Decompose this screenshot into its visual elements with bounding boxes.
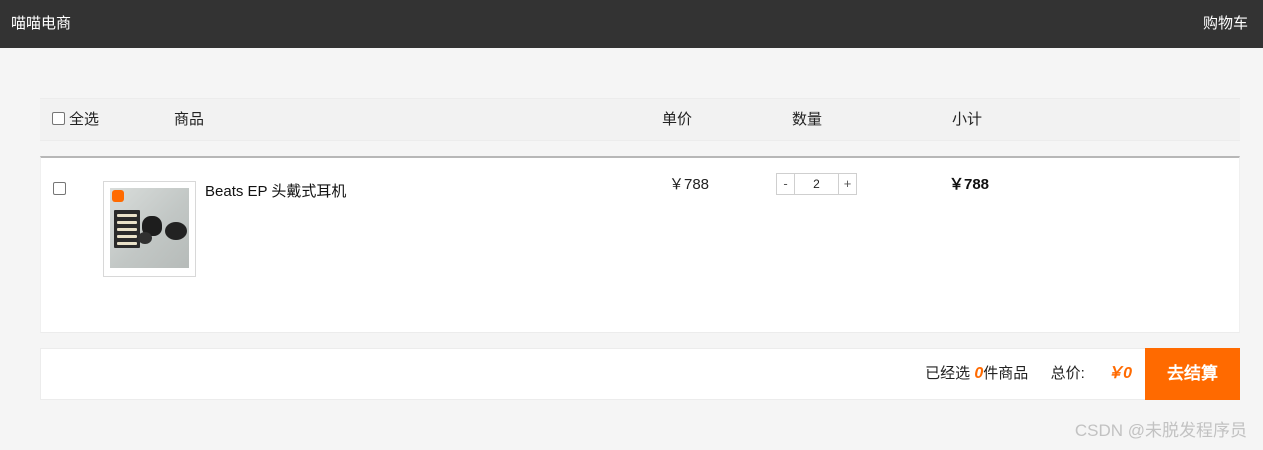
product-subtotal: ￥788 xyxy=(949,176,990,193)
brand-name[interactable]: 喵喵电商 xyxy=(11,0,71,48)
quantity-stepper: - + xyxy=(776,173,857,195)
header-goods: 商品 xyxy=(174,111,205,128)
watermark: CSDN @未脱发程序员 xyxy=(1074,421,1247,440)
product-thumbnail[interactable] xyxy=(103,181,196,277)
selection-summary: 已经选 0件商品 总价: ￥0 xyxy=(925,349,1132,399)
increase-quantity-button[interactable]: + xyxy=(838,174,856,194)
product-name[interactable]: Beats EP 头戴式耳机 xyxy=(205,182,346,202)
cart-table-header: 全选 商品 单价 数量 小计 xyxy=(40,98,1240,141)
header-quantity: 数量 xyxy=(792,111,823,128)
earbud-graphic xyxy=(138,232,152,244)
selected-suffix: 件商品 xyxy=(983,365,1029,382)
select-all-checkbox[interactable] xyxy=(52,111,65,125)
item-checkbox[interactable] xyxy=(53,182,66,195)
spec-card-graphic xyxy=(114,210,140,248)
header-subtotal: 小计 xyxy=(952,111,983,128)
cart-item: Beats EP 头戴式耳机 ￥788 - + ￥788 xyxy=(40,156,1240,333)
selected-prefix: 已经选 xyxy=(925,365,971,382)
select-all[interactable]: 全选 xyxy=(52,99,99,141)
charging-case-graphic xyxy=(165,222,187,240)
quantity-input[interactable] xyxy=(795,174,838,194)
earphones-product-image xyxy=(110,188,189,268)
total-value: ￥0 xyxy=(1107,365,1132,382)
selected-count: 0 xyxy=(974,365,984,382)
cart-link[interactable]: 购物车 xyxy=(1203,0,1248,48)
decrease-quantity-button[interactable]: - xyxy=(777,174,795,194)
product-unit-price: ￥788 xyxy=(669,176,710,193)
checkout-button[interactable]: 去结算 xyxy=(1145,348,1240,400)
total-label: 总价: xyxy=(1050,365,1085,382)
select-all-label: 全选 xyxy=(69,111,100,128)
top-navbar: 喵喵电商 购物车 xyxy=(0,0,1263,48)
checkout-bar: 已经选 0件商品 总价: ￥0 去结算 xyxy=(40,348,1240,400)
header-unit-price: 单价 xyxy=(662,111,693,128)
mi-logo-icon xyxy=(112,190,124,202)
